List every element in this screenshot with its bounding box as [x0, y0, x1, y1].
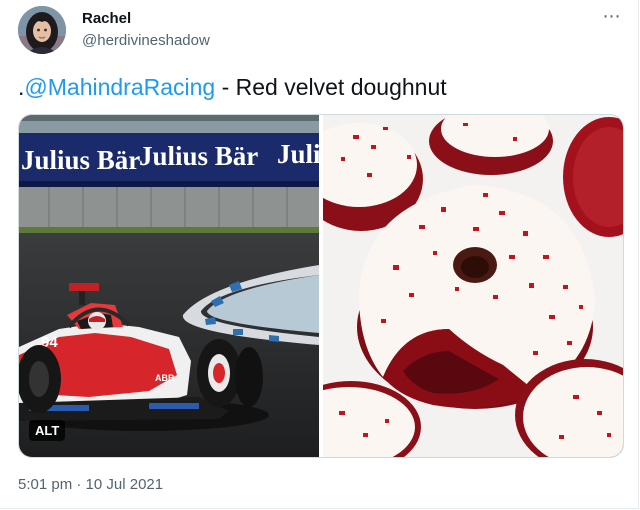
avatar[interactable] — [18, 6, 66, 54]
author-handle[interactable]: @herdivineshadow — [82, 32, 210, 49]
author-name[interactable]: Rachel — [82, 10, 131, 27]
tweet-time: 5:01 pm — [18, 476, 73, 493]
tweet-timestamp[interactable]: 5:01 pm · 10 Jul 2021 — [18, 476, 163, 493]
alt-text-badge[interactable]: ALT — [29, 420, 66, 441]
racing-car-image: Julius Bär Julius Bär Julius Bär — [19, 115, 319, 457]
banner-text-1: Julius Bär — [21, 145, 140, 175]
tweet-body: - Red velvet doughnut — [215, 74, 447, 100]
tweet-date: 10 Jul 2021 — [85, 476, 164, 493]
tweet-text: .@MahindraRacing - Red velvet doughnut — [18, 74, 447, 101]
doughnut-image — [323, 115, 623, 457]
banner-text-2: Julius Bär — [139, 141, 258, 171]
more-horizontal-icon: ⋯ — [602, 6, 622, 26]
racing-car-photo[interactable]: Julius Bär Julius Bär Julius Bär — [19, 115, 319, 457]
more-options-button[interactable]: ⋯ — [601, 6, 623, 26]
avatar-image — [18, 6, 66, 54]
banner-text-3: Julius Bär — [277, 139, 319, 169]
tweet-card: Rachel @herdivineshadow ⋯ .@MahindraRaci… — [0, 0, 639, 509]
media-grid: Julius Bär Julius Bär Julius Bär — [18, 114, 624, 458]
doughnut-photo[interactable] — [323, 115, 623, 457]
car-sponsor: ABB — [155, 373, 175, 383]
mention-link[interactable]: @MahindraRacing — [24, 74, 215, 100]
timestamp-separator: · — [76, 476, 82, 493]
